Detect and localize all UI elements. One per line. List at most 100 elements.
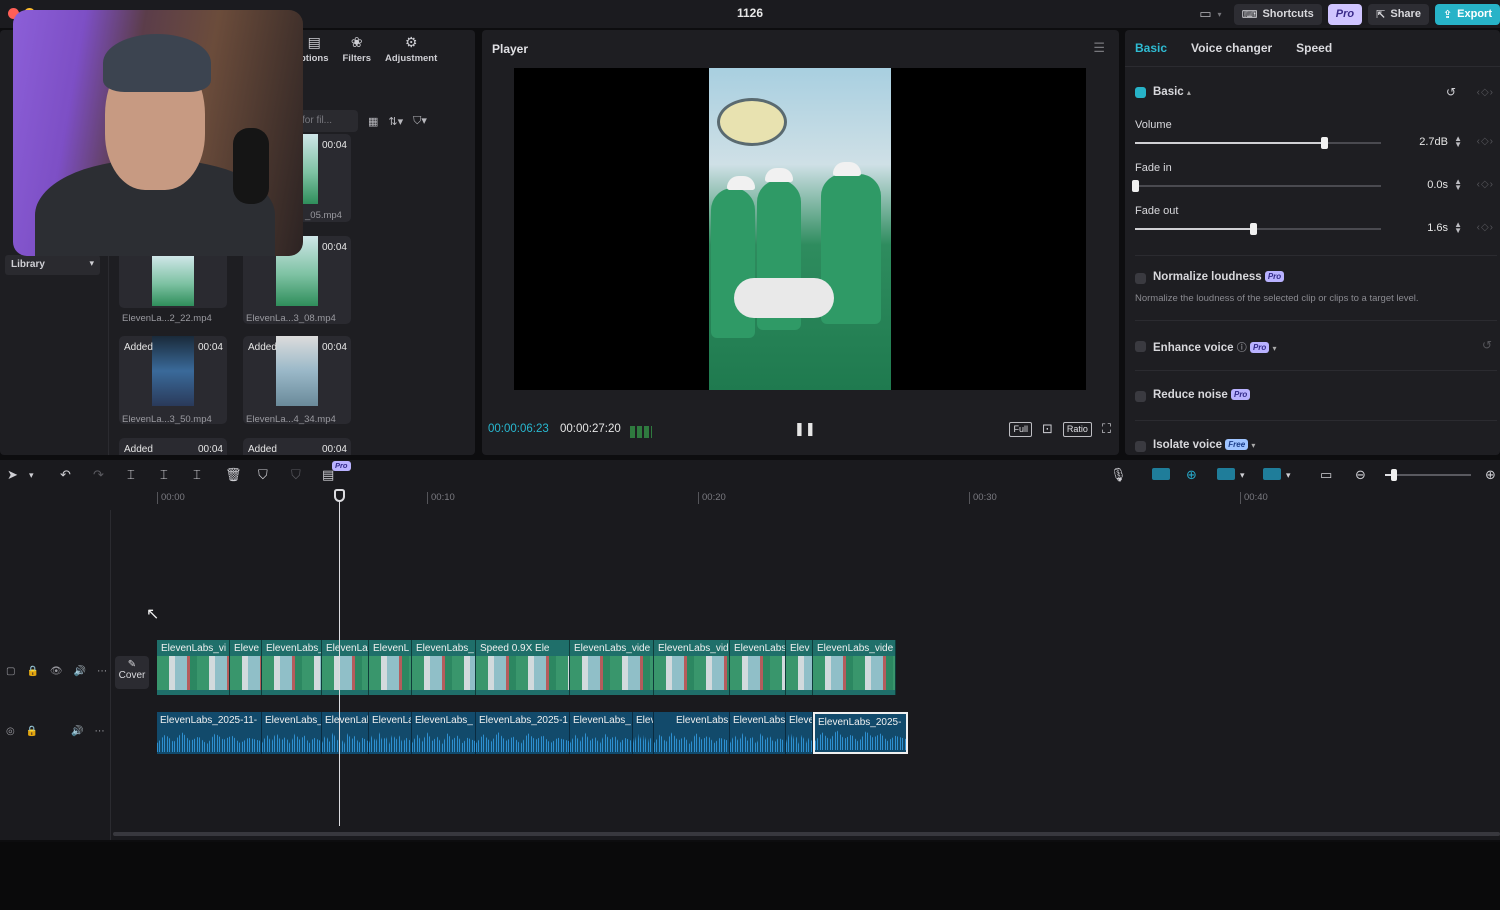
stepper-icon[interactable]: ▲ ▼ [1454, 135, 1462, 149]
chevron-down-icon[interactable]: ▾ [1251, 441, 1255, 450]
audio-clip[interactable]: ElevenLabs_ [262, 712, 322, 754]
split-icon[interactable]: ⌶ [127, 467, 135, 483]
slider-handle[interactable] [1132, 180, 1139, 192]
normalize-loudness-checkbox[interactable] [1135, 273, 1146, 284]
fade-in-slider[interactable] [1132, 180, 1381, 192]
volume-value[interactable]: 2.7dB [1398, 136, 1448, 148]
fit-timeline-icon[interactable]: ▭ [1320, 467, 1332, 483]
full-quality-button[interactable]: Full [1009, 421, 1032, 437]
video-clip[interactable]: ElevenLabs_ [262, 640, 322, 695]
volume-slider[interactable] [1135, 137, 1381, 149]
playhead-handle[interactable] [334, 489, 345, 502]
video-clip[interactable]: Speed 0.9X Ele [476, 640, 570, 695]
slider-handle[interactable] [1321, 137, 1328, 149]
keyframe-icon[interactable]: ‹◇› [1477, 87, 1494, 98]
record-voiceover-icon[interactable]: 🎙 [1110, 467, 1127, 483]
tab-basic[interactable]: Basic [1135, 41, 1167, 55]
audio-clip[interactable]: ElevenLabs_ [412, 712, 476, 754]
main-track-magnet-icon[interactable] [1152, 468, 1170, 480]
snapshot-icon[interactable]: ⊡ [1042, 421, 1053, 437]
split-left-icon[interactable]: ⌶ [160, 467, 168, 483]
video-clip[interactable]: ElevenLabs_vide [570, 640, 654, 695]
export-button[interactable]: ⇪ Export [1434, 3, 1500, 25]
stepper-icon[interactable]: ▲ ▼ [1454, 178, 1462, 192]
tab-captions[interactable]: ▤ ptions [300, 34, 329, 64]
fade-out-slider[interactable] [1135, 223, 1381, 235]
audio-clip[interactable]: ElevenLabs_2025-11- [157, 712, 262, 754]
preview-axis-icon[interactable] [1263, 468, 1281, 480]
video-clip[interactable]: Eleve [230, 640, 262, 695]
video-clip[interactable]: ElevenLa [322, 640, 369, 695]
select-tool-icon[interactable]: ➤ [7, 467, 18, 483]
tab-speed[interactable]: Speed [1296, 41, 1332, 55]
redo-icon[interactable]: ↷ [93, 467, 104, 483]
track-toggle-icon[interactable]: ▢ [6, 666, 15, 677]
video-clip[interactable]: Elev [786, 640, 813, 695]
keyframe-icon[interactable]: ‹◇› [1477, 136, 1494, 147]
audio-track-icon[interactable]: ◎ [6, 726, 15, 737]
filter-icon[interactable]: ⛉▾ [413, 114, 427, 128]
cover-button[interactable]: ✎ Cover [115, 656, 149, 689]
timeline-area[interactable]: 00:00 00:10 00:20 00:30 00:40 ▢ 🔒 👁 🔊 ⋯ … [0, 489, 1500, 840]
time-ruler[interactable]: 00:00 00:10 00:20 00:30 00:40 [0, 490, 1500, 508]
video-clip[interactable]: ElevenL [369, 640, 412, 695]
tab-filters[interactable]: ❀ Filters [343, 34, 372, 64]
audio-clip[interactable]: ElevenLabs [730, 712, 786, 754]
library-dropdown[interactable]: Library ▾ [5, 255, 100, 275]
mark-icon[interactable]: ⛉ [258, 467, 268, 483]
chevron-up-icon[interactable]: ▴ [1187, 88, 1191, 97]
video-clip[interactable]: ElevenLabs_vi [157, 640, 230, 695]
tab-voice-changer[interactable]: Voice changer [1191, 41, 1272, 55]
share-button[interactable]: ⇱ Share [1368, 3, 1429, 25]
speaker-icon[interactable]: 🔊 [71, 726, 83, 737]
delete-icon[interactable]: 🗑 [225, 467, 242, 483]
reset-icon[interactable]: ↺ [1446, 85, 1456, 99]
linkage-icon[interactable] [1217, 468, 1235, 480]
video-preview[interactable] [514, 68, 1086, 390]
audio-clip[interactable]: ElevenLabs [654, 712, 730, 754]
chevron-down-icon[interactable]: ▾ [1218, 10, 1222, 19]
video-clip[interactable]: ElevenLabs [730, 640, 786, 695]
fade-out-value[interactable]: 1.6s [1398, 222, 1448, 234]
keyframe-icon[interactable]: ‹◇› [1477, 179, 1494, 190]
reset-icon[interactable]: ↺ [1482, 338, 1492, 352]
chevron-down-icon[interactable]: ▾ [1273, 344, 1277, 353]
chevron-down-icon[interactable]: ▾ [29, 470, 34, 481]
audio-clip[interactable]: ElevenLabs_ [570, 712, 633, 754]
audio-clip[interactable]: Elev [633, 712, 654, 754]
enhance-voice-checkbox[interactable] [1135, 341, 1146, 352]
basic-checkbox[interactable] [1135, 87, 1146, 98]
media-clip[interactable]: Added 00:04 [243, 336, 351, 424]
lock-icon[interactable]: 🔒 [26, 666, 38, 677]
audio-clip[interactable]: ElevenLabs_2025-1 [476, 712, 570, 754]
media-clip[interactable]: Added 00:04 [119, 438, 227, 455]
more-icon[interactable]: ⋯ [97, 666, 107, 677]
audio-clip-selected[interactable]: ElevenLabs_2025- [813, 712, 908, 754]
audio-clip[interactable]: ElevenLal [322, 712, 369, 754]
zoom-in-icon[interactable]: ⊕ [1485, 467, 1496, 483]
split-right-icon[interactable]: ⌶ [193, 467, 201, 483]
zoom-out-icon[interactable]: ⊖ [1355, 467, 1366, 483]
pro-button[interactable]: Pro [1327, 3, 1363, 25]
video-clip[interactable]: ElevenLabs_vide [813, 640, 896, 695]
fullscreen-icon[interactable]: ⛶ [1102, 421, 1111, 437]
media-search-input[interactable]: for fil... [296, 110, 358, 132]
keyframe-icon[interactable]: ‹◇› [1477, 222, 1494, 233]
chevron-down-icon[interactable]: ▾ [1240, 470, 1245, 481]
isolate-voice-checkbox[interactable] [1135, 441, 1146, 452]
undo-icon[interactable]: ↶ [60, 467, 71, 483]
audio-clip[interactable]: Eleve [786, 712, 813, 754]
timeline-zoom-slider[interactable] [1385, 469, 1471, 481]
ratio-button[interactable]: Ratio [1062, 421, 1092, 437]
video-clip[interactable]: ElevenLabs_ [412, 640, 476, 695]
tab-adjustment[interactable]: ⚙ Adjustment [385, 34, 437, 64]
eye-icon[interactable]: 👁 [50, 666, 63, 677]
auto-snap-icon[interactable]: ⊕ [1186, 467, 1197, 483]
media-clip[interactable]: Added 00:04 [243, 438, 351, 455]
reduce-noise-checkbox[interactable] [1135, 391, 1146, 402]
info-icon[interactable]: ⓘ [1237, 343, 1247, 354]
slider-handle[interactable] [1250, 223, 1257, 235]
pause-button[interactable]: ❚❚ [794, 421, 816, 437]
shield-icon[interactable]: ⛉ [291, 467, 301, 483]
media-clip[interactable]: Added 00:04 [119, 336, 227, 424]
